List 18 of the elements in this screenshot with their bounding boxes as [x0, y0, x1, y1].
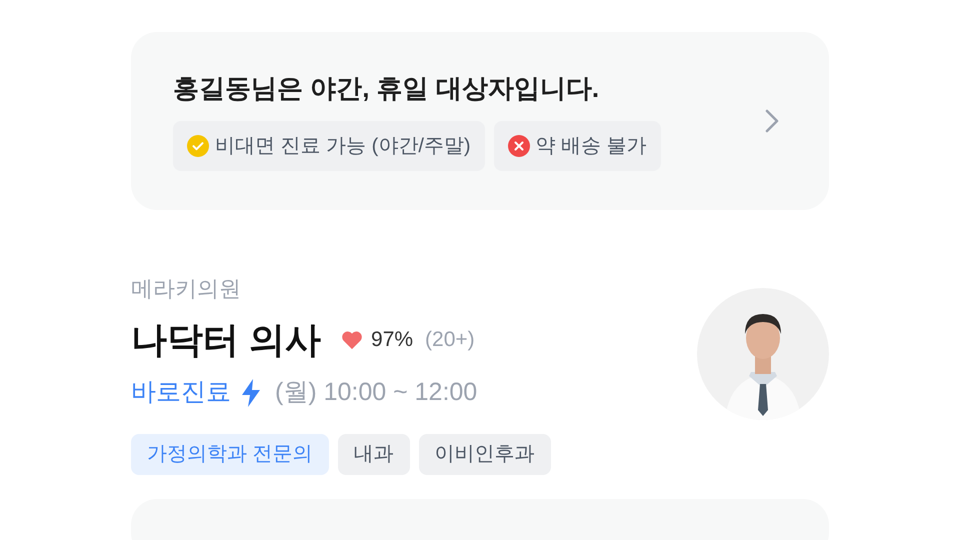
- notice-card[interactable]: 홍길동님은 야간, 휴일 대상자입니다. 비대면 진료 가능 (야간/주말) 약 배송 불가: [131, 32, 829, 210]
- specialty-tag: 가정의학과 전문의: [131, 434, 329, 474]
- badge-label: 약 배송 불가: [536, 134, 647, 159]
- doctor-name: 나닥터 의사: [131, 318, 322, 362]
- clinic-name: 메라키의원: [131, 275, 242, 303]
- consult-hours: (월) 10:00 ~ 12:00: [275, 377, 478, 408]
- instant-consult-label: 바로진료: [131, 377, 231, 408]
- badge-label: 비대면 진료 가능 (야간/주말): [215, 134, 471, 159]
- chevron-right-icon: [765, 109, 779, 133]
- rating: 97%: [371, 327, 414, 354]
- close-icon: [508, 135, 530, 157]
- lightning-icon: [239, 378, 263, 408]
- review-count: (20+): [425, 327, 475, 354]
- heart-icon: [341, 330, 364, 350]
- check-icon: [187, 135, 209, 157]
- specialty-tag: 이비인후과: [418, 434, 551, 474]
- notice-title: 홍길동님은 야간, 휴일 대상자입니다.: [173, 72, 600, 105]
- specialty-tag: 내과: [338, 434, 410, 474]
